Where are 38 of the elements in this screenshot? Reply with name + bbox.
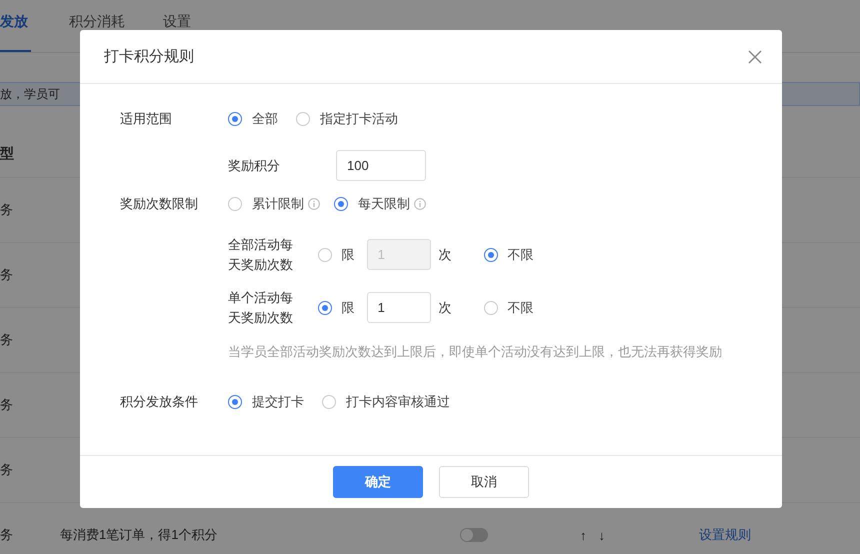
table-cell-text: 务 bbox=[0, 526, 14, 544]
radio-option[interactable]: 提交打卡 bbox=[228, 393, 304, 411]
field-label: 奖励积分 bbox=[228, 156, 281, 174]
unit-label: 次 bbox=[438, 246, 452, 264]
hint-text: 当学员全部活动奖励次数达到上限后，即使单个活动没有达到上限，也无法再获得奖励 bbox=[228, 343, 722, 361]
count-input[interactable]: 1 bbox=[366, 292, 431, 323]
radio-option[interactable]: 全部 bbox=[228, 110, 278, 128]
field-label: 全部活动每天奖励次数 bbox=[228, 236, 294, 274]
confirm-button[interactable]: 确定 bbox=[333, 466, 423, 498]
table-cell-text: 务 bbox=[0, 201, 14, 219]
table-cell-text: 务 bbox=[0, 461, 14, 479]
field-label: 奖励次数限制 bbox=[120, 195, 199, 213]
cancel-button[interactable]: 取消 bbox=[439, 466, 529, 498]
radio-option[interactable]: 限 bbox=[318, 298, 355, 316]
radio-option[interactable]: 打卡内容审核通过 bbox=[322, 393, 450, 411]
table-cell-text: 务 bbox=[0, 331, 14, 349]
info-icon[interactable] bbox=[308, 198, 320, 210]
unit-label: 次 bbox=[438, 298, 452, 316]
toggle-switch[interactable] bbox=[460, 528, 488, 542]
move-down-button[interactable]: ↓ bbox=[598, 528, 605, 542]
radio-option[interactable]: 不限 bbox=[484, 246, 534, 264]
info-icon[interactable] bbox=[414, 198, 426, 210]
table-cell-text: 务 bbox=[0, 396, 14, 414]
table-cell-text: 每消费1笔订单，得1个积分 bbox=[60, 526, 218, 544]
field-label: 积分发放条件 bbox=[120, 393, 199, 411]
radio-option[interactable]: 指定打卡活动 bbox=[296, 110, 398, 128]
table-cell-text: 务 bbox=[0, 266, 14, 284]
field-label: 单个活动每天奖励次数 bbox=[228, 289, 294, 326]
radio-option[interactable]: 每天限制 bbox=[334, 195, 410, 213]
radio-option[interactable]: 限 bbox=[318, 246, 355, 264]
close-icon[interactable] bbox=[748, 50, 762, 64]
points-input[interactable]: 100 bbox=[336, 150, 426, 181]
move-up-button[interactable]: ↑ bbox=[580, 528, 586, 542]
column-header: 型 bbox=[0, 145, 14, 163]
dialog-title: 打卡积分规则 bbox=[104, 47, 194, 66]
radio-option[interactable]: 累计限制 bbox=[228, 195, 304, 213]
field-label: 适用范围 bbox=[120, 110, 173, 128]
radio-option[interactable]: 不限 bbox=[484, 298, 534, 316]
